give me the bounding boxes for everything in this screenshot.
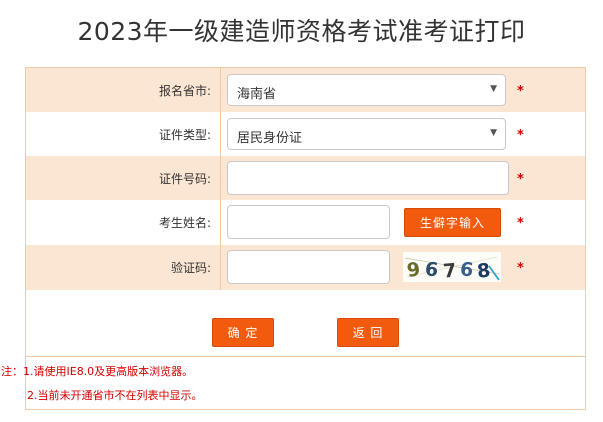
required-mark: * [517, 128, 524, 143]
captcha-char: 6 [424, 258, 439, 281]
province-select[interactable]: 海南省 ▼ [227, 74, 506, 106]
id-type-label: 证件类型: [26, 112, 221, 156]
rare-char-input-button[interactable]: 生僻字输入 [404, 208, 501, 237]
name-label: 考生姓名: [26, 200, 221, 245]
required-mark: * [517, 84, 524, 99]
captcha-char: 8 [476, 260, 491, 282]
note-2: 2.当前未开通省市不在列表中显示。 [27, 389, 203, 402]
id-type-row: 证件类型: 居民身份证 ▼ * [26, 112, 585, 157]
id-type-select[interactable]: 居民身份证 ▼ [227, 118, 506, 150]
captcha-char: 6 [459, 258, 475, 281]
back-button[interactable]: 返 回 [337, 318, 399, 347]
captcha-label: 验证码: [26, 245, 221, 290]
page-title: 2023年一级建造师资格考试准考证打印 [77, 17, 526, 46]
province-row: 报名省市: 海南省 ▼ * [26, 68, 585, 113]
captcha-char: 7 [442, 260, 457, 282]
id-number-label: 证件号码: [26, 156, 221, 200]
province-label: 报名省市: [26, 68, 221, 112]
ticket-print-form: 报名省市: 海南省 ▼ * 证件类型: 居民身份证 ▼ * 证件号码: * 考生… [1, 67, 586, 410]
name-input[interactable] [227, 205, 390, 239]
triangle-down-icon: ▼ [490, 128, 497, 138]
required-mark: * [517, 261, 524, 276]
confirm-button[interactable]: 确 定 [212, 318, 274, 347]
note-1: 注：1.请使用IE8.0及更高版本浏览器。 [1, 365, 194, 378]
triangle-down-icon: ▼ [490, 84, 497, 94]
captcha-input[interactable] [227, 250, 390, 284]
province-select-value: 海南省 [237, 87, 277, 102]
name-row: 考生姓名: 生僻字输入 * [26, 200, 585, 246]
captcha-row: 验证码: 9 6 7 6 8 * [26, 245, 585, 291]
required-mark: * [517, 216, 524, 231]
form-actions: 确 定 返 回 [26, 290, 585, 357]
captcha-image[interactable]: 9 6 7 6 8 [403, 252, 501, 282]
id-number-row: 证件号码: * [26, 156, 585, 201]
id-type-select-value: 居民身份证 [237, 131, 303, 146]
required-mark: * [517, 172, 524, 187]
id-number-input[interactable] [227, 161, 509, 195]
